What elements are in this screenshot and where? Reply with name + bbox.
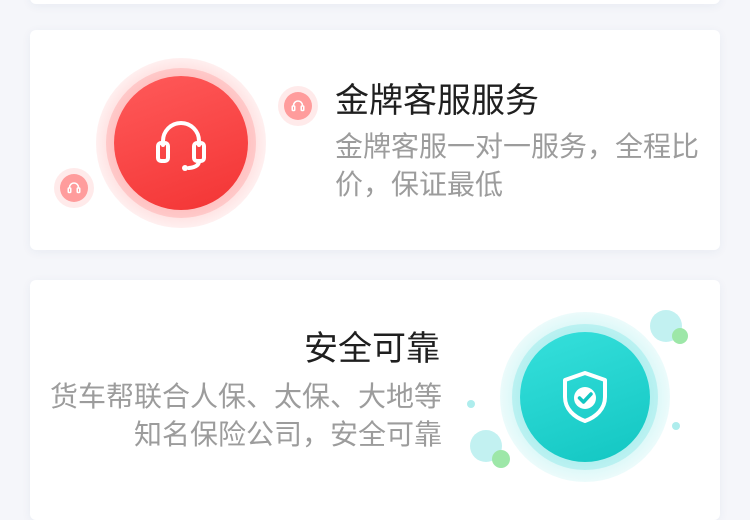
service-title: 金牌客服服务 [335, 81, 539, 121]
headset-icon [291, 100, 305, 112]
decorative-bubble [492, 450, 510, 468]
service-description: 货车帮联合人保、太保、大地等 知名保险公司，安全可靠 [49, 380, 442, 451]
headset-icon [156, 121, 206, 171]
service-title: 安全可靠 [304, 329, 440, 369]
service-description: 金牌客服一对一服务，全程比价，保证最低 [335, 130, 700, 201]
decorative-bubble [672, 328, 688, 344]
shield-check-icon [563, 371, 607, 423]
headset-icon-small [54, 168, 94, 208]
service-card-safety: 安全可靠 货车帮联合人保、太保、大地等 知名保险公司，安全可靠 [30, 280, 720, 520]
decorative-bubble [467, 400, 475, 408]
decorative-bubble [672, 422, 680, 430]
headset-icon-small [278, 86, 318, 126]
shield-icon-badge [500, 312, 670, 482]
headset-icon-badge [96, 58, 266, 228]
service-card-partial [30, 0, 720, 4]
service-card-gold-support: 金牌客服服务 金牌客服一对一服务，全程比价，保证最低 [30, 30, 720, 250]
headset-icon [67, 182, 81, 194]
